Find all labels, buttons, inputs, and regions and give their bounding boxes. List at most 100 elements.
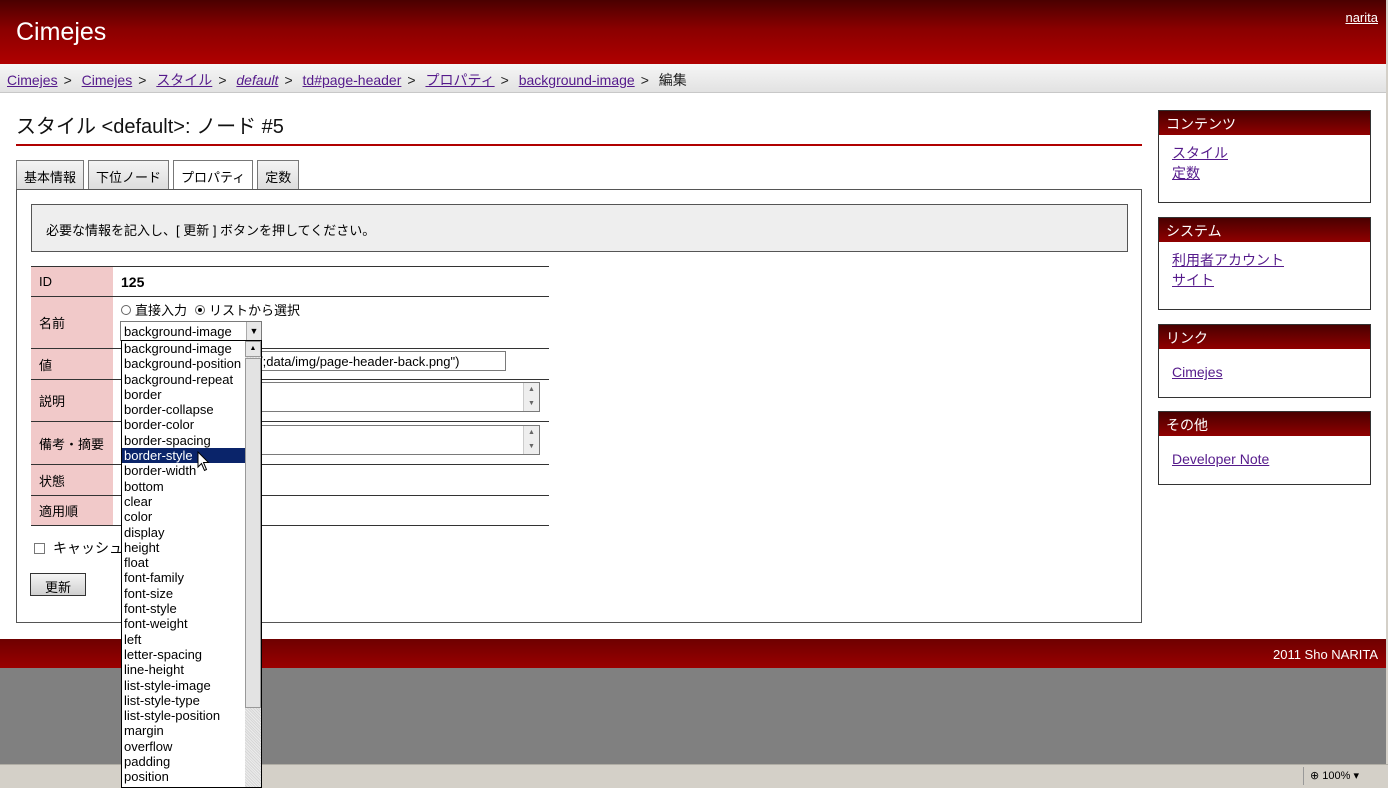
name-select[interactable]: background-image ▼ (120, 321, 262, 341)
name-select-value: background-image (124, 324, 232, 339)
dropdown-option[interactable]: font-size (122, 586, 246, 601)
tab-bar: 基本情報 下位ノード プロパティ 定数 (16, 160, 303, 191)
cache-checkbox[interactable] (34, 542, 45, 554)
sidebar-link-developer-note[interactable]: Developer Note (1172, 451, 1269, 467)
user-link[interactable]: narita (1345, 10, 1378, 25)
name-dropdown-list[interactable]: background-image background-position backg… (121, 340, 262, 788)
order-label: 適用順 (31, 495, 113, 526)
site-title: Cimejes (16, 18, 107, 46)
dropdown-option[interactable]: background-repeat (122, 372, 246, 387)
notes-label: 備考・摘要 (31, 421, 113, 465)
cache-label: キャッシュ (53, 540, 123, 556)
dropdown-options: background-image background-position backg… (122, 341, 246, 785)
breadcrumb-link[interactable]: Cimejes (7, 72, 58, 88)
dropdown-option[interactable]: font-style (122, 601, 246, 616)
value-label: 値 (31, 348, 113, 380)
sidebar-link-site[interactable]: サイト (1172, 272, 1214, 288)
sidebar-heading: その他 (1159, 412, 1370, 436)
radio-direct-input[interactable] (121, 304, 131, 315)
breadcrumb-link[interactable]: td#page-header (303, 72, 402, 88)
status-label: 状態 (31, 464, 113, 496)
tab-constants[interactable]: 定数 (257, 160, 300, 190)
dropdown-option[interactable]: padding (122, 754, 246, 769)
breadcrumb-link[interactable]: background-image (519, 72, 635, 88)
chevron-down-icon[interactable]: ▼ (246, 322, 261, 340)
name-mode-radios: 直接入力 リストから選択 (121, 300, 300, 319)
cache-option: キャッシュ (34, 538, 123, 558)
dropdown-option[interactable]: font-family (122, 570, 246, 585)
tab-basic-info[interactable]: 基本情報 (16, 160, 85, 190)
description-textarea[interactable]: ▲ ▼ (256, 382, 540, 412)
description-scrollbar[interactable]: ▲ ▼ (523, 383, 539, 411)
dropdown-option[interactable]: border-style (122, 448, 246, 464)
sidebar-heading: システム (1159, 218, 1370, 242)
sidebar-box-system: システム 利用者アカウント サイト (1158, 217, 1371, 310)
sidebar-box-other: その他 Developer Note (1158, 411, 1371, 485)
dropdown-option[interactable]: margin (122, 723, 246, 738)
radio-list-select[interactable] (195, 304, 206, 315)
dropdown-option[interactable]: background-image (122, 341, 246, 356)
breadcrumb-link[interactable]: Cimejes (82, 72, 133, 88)
breadcrumb-link[interactable]: default (236, 72, 278, 88)
scroll-up-icon[interactable]: ▲ (245, 341, 261, 357)
scroll-down-icon: ▼ (528, 443, 535, 450)
breadcrumb-separator: > (407, 72, 416, 88)
dropdown-option[interactable]: color (122, 509, 246, 524)
name-label: 名前 (31, 296, 113, 349)
scroll-up-icon: ▲ (528, 429, 535, 436)
sidebar-link-accounts[interactable]: 利用者アカウント (1172, 252, 1284, 268)
dropdown-option[interactable]: list-style-position (122, 708, 246, 723)
breadcrumb-link[interactable]: プロパティ (425, 72, 494, 88)
id-value: 125 (121, 273, 145, 290)
dropdown-option[interactable]: line-height (122, 662, 246, 677)
breadcrumb-separator: > (640, 72, 649, 88)
dropdown-option[interactable]: position (122, 769, 246, 784)
dropdown-option[interactable]: letter-spacing (122, 647, 246, 662)
dropdown-option[interactable]: clear (122, 494, 246, 509)
dropdown-option[interactable]: list-style-image (122, 678, 246, 693)
dropdown-option[interactable]: border-collapse (122, 402, 246, 417)
dropdown-option[interactable]: border-color (122, 417, 246, 432)
value-input[interactable]: /;data/img/page-header-back.png") (256, 351, 506, 371)
dropdown-option[interactable]: height (122, 540, 246, 555)
scrollbar-thumb[interactable] (245, 358, 261, 708)
dropdown-option[interactable]: border-width (122, 463, 246, 478)
dropdown-option[interactable]: bottom (122, 479, 246, 494)
notice-message: 必要な情報を記入し、[ 更新 ] ボタンを押してください。 (31, 204, 1128, 252)
tab-child-nodes[interactable]: 下位ノード (88, 160, 170, 190)
dropdown-option[interactable]: background-position (122, 356, 246, 371)
zoom-control[interactable]: ⊕ 100% ▾ (1303, 767, 1377, 785)
site-header: Cimejes narita (0, 0, 1386, 64)
chevron-down-icon: ▾ (1350, 770, 1359, 782)
sidebar-heading: リンク (1159, 325, 1370, 349)
zoom-icon: ⊕ (1310, 770, 1323, 782)
breadcrumb-separator: > (284, 72, 293, 88)
scroll-up-icon: ▲ (528, 386, 535, 393)
radio-list-label: リストから選択 (209, 303, 301, 318)
breadcrumb: Cimejes > Cimejes > スタイル > default > td#page… (0, 64, 1386, 93)
breadcrumb-link[interactable]: スタイル (156, 72, 212, 88)
sidebar-link-style[interactable]: スタイル (1172, 145, 1228, 161)
dropdown-option[interactable]: display (122, 525, 246, 540)
notes-textarea[interactable]: ▲ ▼ (256, 425, 540, 455)
dropdown-option[interactable]: left (122, 632, 246, 647)
breadcrumb-separator: > (218, 72, 227, 88)
sidebar-box-links: リンク Cimejes (1158, 324, 1371, 398)
breadcrumb-separator: > (63, 72, 72, 88)
dropdown-option[interactable]: overflow (122, 739, 246, 754)
dropdown-option[interactable]: font-weight (122, 616, 246, 631)
radio-direct-label: 直接入力 (135, 303, 188, 318)
page-title: スタイル <default>: ノード #5 (16, 110, 1142, 146)
tab-properties[interactable]: プロパティ (173, 160, 254, 191)
sidebar-link-cimejes[interactable]: Cimejes (1172, 364, 1223, 380)
dropdown-option[interactable]: border (122, 387, 246, 402)
dropdown-option[interactable]: border-spacing (122, 433, 246, 448)
breadcrumb-separator: > (138, 72, 147, 88)
dropdown-option[interactable]: float (122, 555, 246, 570)
dropdown-option[interactable]: list-style-type (122, 693, 246, 708)
update-button[interactable]: 更新 (30, 573, 86, 596)
id-label: ID (31, 266, 113, 297)
notes-scrollbar[interactable]: ▲ ▼ (523, 426, 539, 454)
dropdown-scrollbar[interactable]: ▲ (245, 341, 261, 787)
sidebar-link-constants[interactable]: 定数 (1172, 165, 1200, 181)
